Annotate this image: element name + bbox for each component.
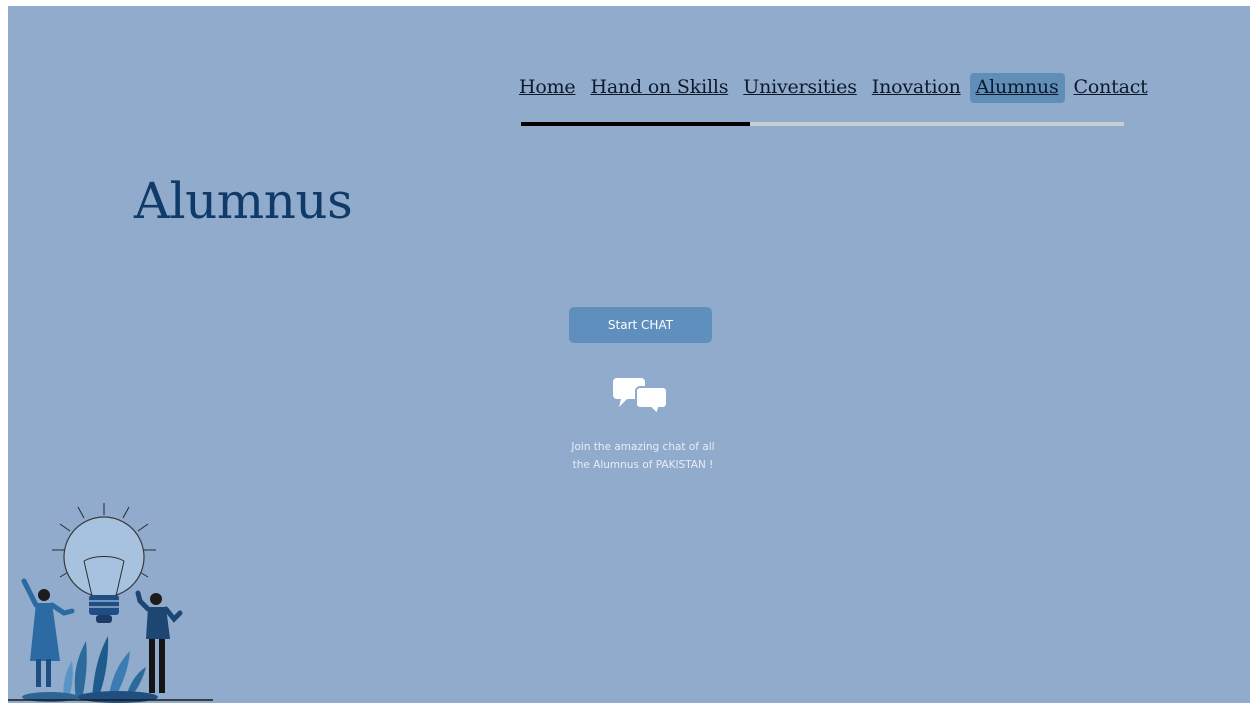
chat-bubbles-icon bbox=[613, 378, 668, 416]
nav-inovation[interactable]: Inovation bbox=[866, 73, 967, 103]
main-nav: Home Hand on Skills Universities Inovati… bbox=[513, 70, 1157, 106]
nav-progress-fill bbox=[521, 122, 751, 126]
nav-contact[interactable]: Contact bbox=[1068, 73, 1154, 103]
nav-hand-on-skills[interactable]: Hand on Skills bbox=[584, 73, 734, 103]
chat-description: Join the amazing chat of all the Alumnus… bbox=[553, 438, 733, 474]
nav-universities[interactable]: Universities bbox=[737, 73, 863, 103]
nav-home[interactable]: Home bbox=[513, 73, 581, 103]
chat-description-line-2: the Alumnus of PAKISTAN ! bbox=[572, 459, 714, 471]
page-title: Alumnus bbox=[134, 172, 353, 230]
lightbulb-people-illustration bbox=[8, 503, 213, 703]
nav-alumnus[interactable]: Alumnus bbox=[969, 73, 1065, 103]
chat-description-line-1: Join the amazing chat of all bbox=[571, 441, 715, 453]
start-chat-button[interactable]: Start CHAT bbox=[569, 307, 712, 343]
nav-progress-bar bbox=[521, 122, 1124, 126]
page-container: Home Hand on Skills Universities Inovati… bbox=[8, 6, 1250, 703]
